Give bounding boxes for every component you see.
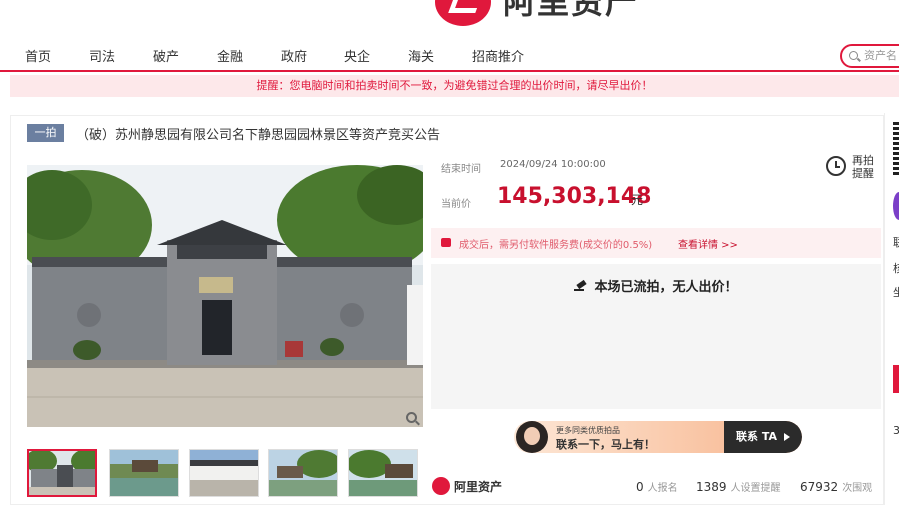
signup-count-label: 人报名 (647, 483, 678, 494)
contact-ta-label: 联系 TA (736, 430, 777, 443)
thumbnail-3-image (190, 450, 258, 496)
nav-item-customs[interactable]: 海关 (408, 46, 434, 65)
reauction-remind-label: 再拍提醒 (852, 154, 874, 180)
main-nav: 首页 司法 破产 金融 政府 央企 海关 招商推介 资产名 (0, 38, 899, 72)
search-icon (849, 51, 858, 60)
thumbnail-5[interactable] (348, 449, 418, 497)
fee-icon (441, 238, 451, 247)
end-time-value: 2024/09/24 10:00:00 (500, 159, 606, 170)
current-price-value: 145,303,148 (497, 184, 652, 209)
view-count-label: 次围观 (842, 483, 873, 494)
auction-status-text: 本场已流拍，无人出价！ (594, 280, 738, 295)
nav-item-investment[interactable]: 招商推介 (472, 46, 524, 65)
reminder-count: 1389 人设置提醒 (696, 479, 781, 494)
thumbnail-2-image (110, 450, 178, 496)
brand-logo[interactable]: 阿里资产 (435, 0, 639, 26)
side-text-4: 3 (893, 424, 899, 437)
contact-banner[interactable]: 更多同类优质拍品 联系一下，马上有！ 联系 TA (514, 421, 802, 453)
nav-item-home[interactable]: 首页 (25, 46, 51, 65)
side-red-tab[interactable] (893, 365, 899, 393)
thumbnail-1-image (29, 451, 95, 495)
thumbnail-4[interactable] (268, 449, 338, 497)
clock-icon (826, 156, 846, 176)
side-text-2: 核 (893, 262, 899, 275)
magnifier-icon[interactable] (406, 412, 417, 423)
contact-ta-button[interactable]: 联系 TA (724, 421, 802, 453)
search-input[interactable]: 资产名 (840, 44, 899, 68)
fee-details-link[interactable]: 查看详情 >> (678, 236, 738, 251)
agent-avatar (516, 421, 548, 453)
round-badge: 一拍 (27, 124, 64, 142)
brand-logo-text: 阿里资产 (503, 0, 640, 21)
side-avatar[interactable] (893, 192, 899, 220)
footer-logo: 阿里资产 (432, 477, 502, 495)
nav-item-finance[interactable]: 金融 (217, 46, 243, 65)
contact-banner-title: 联系一下，马上有！ (556, 438, 655, 451)
signup-count-value: 0 (636, 480, 644, 494)
time-mismatch-notice: 提醒：您电脑时间和拍卖时间不一致，为避免错过合理的出价时间，请尽早出价！ (10, 75, 899, 97)
thumbnail-3[interactable] (189, 449, 259, 497)
end-time-label: 结束时间 (441, 164, 481, 175)
footer-logo-text: 阿里资产 (454, 479, 503, 494)
view-count-value: 67932 (800, 480, 839, 494)
main-photo[interactable] (27, 165, 423, 427)
thumbnail-strip (27, 449, 418, 499)
service-fee-text: 成交后，需另付软件服务费(成交价的0.5%) (459, 240, 653, 251)
side-text-3: 坐 (893, 286, 899, 299)
thumbnail-4-image (269, 450, 337, 496)
qr-code-icon[interactable] (893, 120, 899, 175)
signup-count: 0 人报名 (636, 479, 678, 494)
auction-status-panel: 本场已流拍，无人出价！ (431, 264, 881, 409)
reminder-count-label: 人设置提醒 (730, 483, 781, 494)
side-text-1: 联 (893, 236, 899, 249)
gavel-icon (574, 282, 588, 292)
garden-gate-illustration (27, 165, 423, 427)
reminder-count-value: 1389 (696, 480, 727, 494)
nav-item-soe[interactable]: 央企 (344, 46, 370, 65)
service-fee-bar: 成交后，需另付软件服务费(成交价的0.5%) 查看详情 >> (431, 228, 881, 258)
auction-status: 本场已流拍，无人出价！ (431, 276, 881, 295)
price-unit: 元 (631, 193, 644, 207)
nav-item-judicial[interactable]: 司法 (89, 46, 115, 65)
thumbnail-1[interactable] (27, 449, 97, 497)
auction-title: （破）苏州静思园有限公司名下静思园园林景区等资产竞买公告 (76, 128, 441, 143)
view-count: 67932 次围观 (800, 479, 872, 494)
reauction-remind-button[interactable]: 再拍提醒 (826, 154, 876, 182)
current-price-label: 当前价 (441, 199, 471, 210)
brand-logo-icon (435, 0, 491, 26)
footer-logo-icon (432, 477, 450, 495)
page: 阿里资产 首页 司法 破产 金融 政府 央企 海关 招商推介 资产名 提醒：您电… (0, 0, 899, 505)
nav-item-government[interactable]: 政府 (281, 46, 307, 65)
nav-item-bankruptcy[interactable]: 破产 (153, 46, 179, 65)
contact-banner-subtitle: 更多同类优质拍品 (556, 426, 620, 435)
thumbnail-5-image (349, 450, 417, 496)
search-placeholder: 资产名 (864, 49, 897, 62)
thumbnail-2[interactable] (109, 449, 179, 497)
